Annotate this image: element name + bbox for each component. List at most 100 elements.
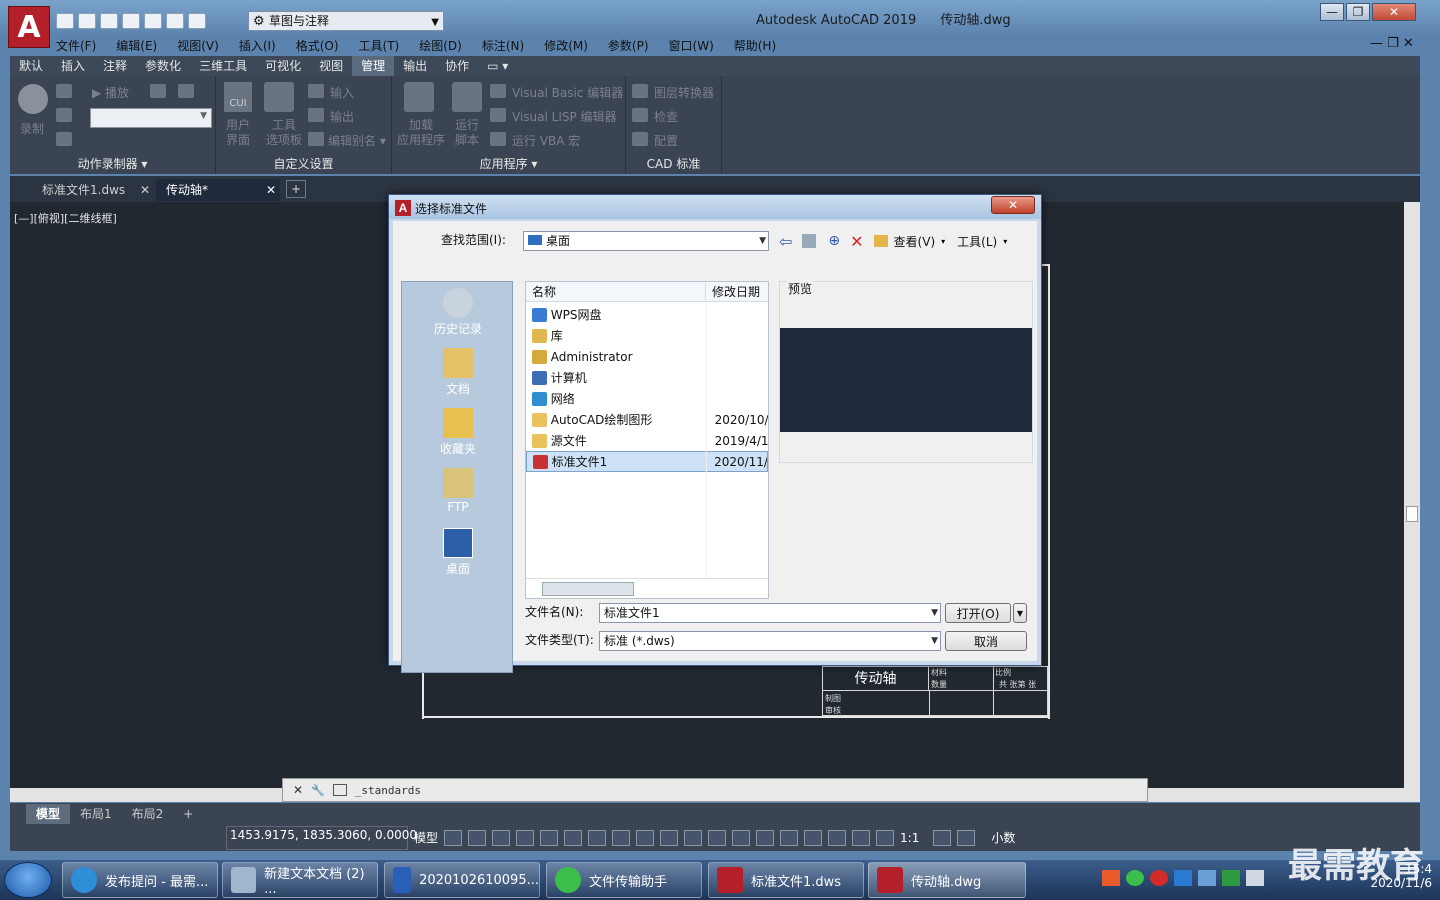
load-application-icon[interactable] xyxy=(404,82,434,112)
menu-parametric[interactable]: 参数(P) xyxy=(608,37,649,54)
tab-3d-tools[interactable]: 三维工具 xyxy=(190,56,256,76)
place-history[interactable]: 历史记录 xyxy=(402,282,514,342)
close-icon[interactable]: ✕ xyxy=(266,179,276,201)
add-layout-button[interactable]: + xyxy=(173,804,203,824)
layer-translator-button[interactable]: 图层转换器 xyxy=(654,84,714,101)
file-row[interactable]: 库 xyxy=(526,325,768,346)
record-icon[interactable] xyxy=(18,84,48,114)
menu-file[interactable]: 文件(F) xyxy=(56,37,96,54)
taskbar-item-shaft[interactable]: 传动轴.dwg xyxy=(868,862,1026,898)
menu-modify[interactable]: 修改(M) xyxy=(544,37,588,54)
recorder-settings-icon[interactable] xyxy=(56,132,72,146)
macro-dropdown[interactable]: ▼ xyxy=(90,108,212,128)
manage-icon[interactable] xyxy=(178,84,194,98)
annotation-visibility-icon[interactable] xyxy=(828,829,847,846)
selection-cycling-icon[interactable] xyxy=(708,829,727,846)
open-button[interactable]: 打开(O) xyxy=(945,603,1011,623)
tab-manage[interactable]: 管理 xyxy=(352,56,395,76)
menu-help[interactable]: 帮助(H) xyxy=(734,37,776,54)
autocad-logo-icon[interactable]: A xyxy=(8,6,50,48)
file-row[interactable]: 源文件 2019/4/15 xyxy=(526,430,768,451)
column-modified[interactable]: 修改日期 xyxy=(706,283,760,300)
tab-model[interactable]: 模型 xyxy=(26,804,71,824)
tool-palettes-icon[interactable] xyxy=(264,82,294,112)
edit-aliases-button[interactable]: 编辑别名 ▾ xyxy=(328,132,386,149)
taskbar-item-browser[interactable]: 发布提问 - 最需... xyxy=(62,862,218,898)
file-list-hscroll[interactable] xyxy=(526,578,768,598)
tab-layout1[interactable]: 布局1 xyxy=(70,804,122,824)
filetype-dropdown[interactable]: 标准 (*.dws) ▼ xyxy=(599,631,941,651)
close-button[interactable]: ✕ xyxy=(1372,3,1416,21)
file-row[interactable]: WPS网盘 xyxy=(526,304,768,325)
mdi-controls[interactable]: — ❐ ✕ xyxy=(1370,36,1414,51)
3d-osnap-icon[interactable] xyxy=(732,829,751,846)
new-tab-button[interactable]: + xyxy=(286,180,306,198)
import-button[interactable]: 输入 xyxy=(330,84,354,101)
user-interface-button[interactable]: 用户 界面 xyxy=(226,118,256,148)
transparency-icon[interactable] xyxy=(684,829,703,846)
dialog-close-button[interactable]: ✕ xyxy=(991,196,1035,214)
command-line[interactable]: ✕ 🔧 _standards xyxy=(282,778,1148,802)
create-folder-icon[interactable] xyxy=(873,235,888,247)
menu-edit[interactable]: 编辑(E) xyxy=(116,37,157,54)
viewport-controls[interactable]: [—][俯视][二维线框] xyxy=(14,210,117,226)
tool-palettes-button[interactable]: 工具 选项板 xyxy=(264,118,304,148)
wechat-tray-icon[interactable] xyxy=(1126,870,1144,886)
customize-icon[interactable]: 🔧 xyxy=(311,784,325,797)
ortho-icon[interactable] xyxy=(540,829,559,846)
gizmo-icon[interactable] xyxy=(804,829,823,846)
network-tray-icon[interactable] xyxy=(1198,870,1216,886)
dynamic-ucs-icon[interactable] xyxy=(756,829,775,846)
menu-view[interactable]: 视图(V) xyxy=(177,37,219,54)
column-name[interactable]: 名称 xyxy=(526,283,706,300)
polar-icon[interactable] xyxy=(564,829,583,846)
up-folder-icon[interactable] xyxy=(802,234,817,248)
menu-insert[interactable]: 插入(I) xyxy=(239,37,276,54)
views-menu[interactable]: 查看(V) xyxy=(894,233,936,250)
tab-view[interactable]: 视图 xyxy=(310,56,352,76)
menu-draw[interactable]: 绘图(D) xyxy=(419,37,462,54)
file-row[interactable]: 标准文件1 2020/11/6 xyxy=(526,451,768,472)
taskbar-item-notepad[interactable]: 新建文本文档 (2) ... xyxy=(222,862,378,898)
close-icon[interactable]: ✕ xyxy=(293,783,303,797)
run-script-button[interactable]: 运行 脚本 xyxy=(452,118,482,148)
redo-icon[interactable] xyxy=(188,13,206,29)
run-vba-button[interactable]: 运行 VBA 宏 xyxy=(512,132,580,149)
message-icon[interactable] xyxy=(56,84,72,98)
look-in-dropdown[interactable]: 桌面 ▼ xyxy=(523,231,769,251)
export-button[interactable]: 输出 xyxy=(330,108,354,125)
cui-icon[interactable]: CUI xyxy=(224,82,252,112)
volume-icon[interactable] xyxy=(1246,870,1264,886)
annotation-monitor-icon[interactable] xyxy=(957,829,976,846)
chevron-down-icon[interactable]: ▾ xyxy=(941,237,945,246)
menu-window[interactable]: 窗口(W) xyxy=(669,37,714,54)
infer-icon[interactable] xyxy=(492,829,511,846)
ribbon-options-icon[interactable]: ▭ ▾ xyxy=(478,56,517,76)
place-favorites[interactable]: 收藏夹 xyxy=(402,402,514,462)
menu-format[interactable]: 格式(O) xyxy=(296,37,339,54)
units-value[interactable]: 小数 xyxy=(991,829,1015,846)
place-documents[interactable]: 文档 xyxy=(402,342,514,402)
lineweight-icon[interactable] xyxy=(660,829,679,846)
tools-menu[interactable]: 工具(L) xyxy=(957,233,997,250)
chevron-down-icon[interactable]: ▾ xyxy=(1003,237,1007,246)
tab-insert[interactable]: 插入 xyxy=(52,56,94,76)
search-web-icon[interactable]: ⊕ xyxy=(828,233,840,249)
netease-icon[interactable] xyxy=(1150,870,1168,886)
load-application-button[interactable]: 加载 应用程序 xyxy=(396,118,446,148)
menu-dimension[interactable]: 标注(N) xyxy=(482,37,524,54)
chevron-down-icon[interactable]: ▼ xyxy=(931,632,938,650)
dynamic-input-icon[interactable] xyxy=(516,829,535,846)
doc-tab-shaft[interactable]: 传动轴* ✕ xyxy=(156,179,280,201)
delete-icon[interactable]: ✕ xyxy=(850,232,863,251)
check-button[interactable]: 检查 xyxy=(654,108,678,125)
open-options-button[interactable]: ▼ xyxy=(1013,603,1027,623)
object-snap-icon[interactable] xyxy=(636,829,655,846)
place-desktop[interactable]: 桌面 xyxy=(402,522,514,582)
run-script-icon[interactable] xyxy=(452,82,482,112)
insert-message-icon[interactable] xyxy=(56,108,72,122)
undo-icon[interactable] xyxy=(166,13,184,29)
file-row[interactable]: AutoCAD绘制图形 2020/10/2 xyxy=(526,409,768,430)
file-row[interactable]: 计算机 xyxy=(526,367,768,388)
annotation-scale-value[interactable]: 1:1 xyxy=(900,831,919,845)
